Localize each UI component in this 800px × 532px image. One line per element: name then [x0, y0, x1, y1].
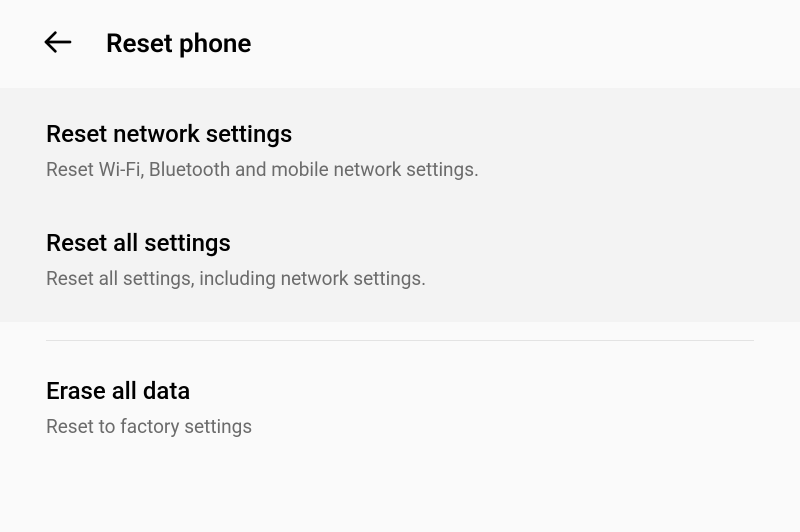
- option-title: Reset all settings: [46, 229, 754, 257]
- option-subtitle: Reset all settings, including network se…: [46, 267, 754, 290]
- back-button[interactable]: [40, 26, 76, 62]
- erase-all-data-option[interactable]: Erase all data Reset to factory settings: [0, 353, 800, 462]
- header: Reset phone: [0, 0, 800, 88]
- reset-network-settings-option[interactable]: Reset network settings Reset Wi-Fi, Blue…: [0, 96, 800, 205]
- option-subtitle: Reset to factory settings: [46, 415, 754, 438]
- reset-all-settings-option[interactable]: Reset all settings Reset all settings, i…: [0, 205, 800, 314]
- arrow-left-icon: [42, 26, 74, 62]
- page-title: Reset phone: [106, 29, 251, 59]
- option-subtitle: Reset Wi-Fi, Bluetooth and mobile networ…: [46, 158, 754, 181]
- erase-data-group: Erase all data Reset to factory settings: [0, 341, 800, 462]
- option-title: Erase all data: [46, 377, 754, 405]
- option-title: Reset network settings: [46, 120, 754, 148]
- reset-options-group: Reset network settings Reset Wi-Fi, Blue…: [0, 88, 800, 322]
